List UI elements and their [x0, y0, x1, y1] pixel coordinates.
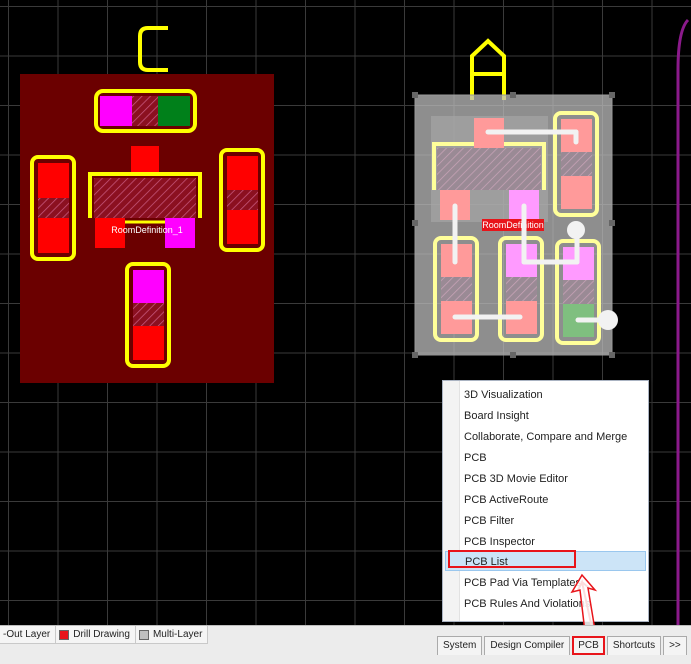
selection-handle[interactable]: [510, 352, 516, 358]
pad[interactable]: [131, 146, 159, 174]
pad[interactable]: [133, 270, 164, 303]
menu-item-board-insight[interactable]: Board Insight: [464, 406, 529, 426]
pad[interactable]: [158, 96, 190, 126]
board-outline: [676, 18, 690, 625]
body-hatch: [563, 280, 594, 304]
panel-tab-shortcuts[interactable]: Shortcuts: [606, 636, 662, 655]
pad[interactable]: [227, 210, 258, 244]
layer-tab-label: -Out Layer: [3, 629, 51, 640]
via[interactable]: [567, 221, 585, 239]
body-hatch: [38, 198, 69, 218]
body-hatch: [94, 178, 196, 218]
menu-item-pcb[interactable]: PCB: [464, 448, 487, 468]
layer-tab-label: Drill Drawing: [73, 629, 130, 640]
panel-tab-pcb[interactable]: PCB: [572, 636, 605, 655]
body-hatch: [506, 277, 537, 301]
menu-item-3d-visualization[interactable]: 3D Visualization: [464, 385, 543, 405]
room-label-c: RoomDefinition_1: [111, 225, 183, 235]
panel-tab-design-compiler[interactable]: Design Compiler: [484, 636, 571, 655]
menu-icon-strip: [443, 381, 460, 621]
menu-item-pcb-filter[interactable]: PCB Filter: [464, 511, 514, 531]
pad[interactable]: [561, 176, 592, 209]
body-hatch: [227, 190, 258, 210]
selection-handle[interactable]: [609, 220, 615, 226]
pad[interactable]: [133, 326, 164, 360]
status-bar: -Out Layer Drill Drawing Multi-Layer Sys…: [0, 625, 691, 664]
panel-tabs-overflow-button[interactable]: >>: [663, 636, 687, 655]
body-hatch: [561, 152, 592, 176]
selection-handle[interactable]: [609, 92, 615, 98]
body-hatch: [441, 277, 472, 301]
via[interactable]: [598, 310, 618, 330]
layer-tab-keep-out[interactable]: -Out Layer: [0, 626, 57, 643]
room-label-a: RoomDefinition: [482, 220, 544, 230]
highlight-box-pcb-list: [448, 550, 576, 568]
selection-handle[interactable]: [510, 92, 516, 98]
pad[interactable]: [227, 156, 258, 190]
menu-item-pcb-3d-movie-editor[interactable]: PCB 3D Movie Editor: [464, 469, 568, 489]
menu-item-pcb-activeroute[interactable]: PCB ActiveRoute: [464, 490, 548, 510]
designator-a: [470, 38, 506, 100]
layer-tab-drill-drawing[interactable]: Drill Drawing: [56, 626, 136, 643]
body-hatch: [133, 303, 164, 326]
pad[interactable]: [38, 218, 69, 253]
panel-tabs: System Design Compiler PCB Shortcuts >>: [437, 636, 689, 655]
panels-context-menu: 3D Visualization Board Insight Collabora…: [442, 380, 649, 622]
layer-tabs: -Out Layer Drill Drawing Multi-Layer: [0, 626, 209, 644]
layer-color-swatch: [59, 629, 70, 640]
selection-handle[interactable]: [412, 92, 418, 98]
pad[interactable]: [38, 163, 69, 198]
layer-tab-multi-layer[interactable]: Multi-Layer: [136, 626, 209, 643]
selection-handle[interactable]: [412, 220, 418, 226]
pad[interactable]: [100, 96, 132, 126]
layer-tab-label: Multi-Layer: [152, 629, 203, 640]
body-hatch: [437, 148, 541, 190]
panel-tab-system[interactable]: System: [437, 636, 483, 655]
menu-item-collaborate-compare-merge[interactable]: Collaborate, Compare and Merge: [464, 427, 627, 447]
body-hatch: [132, 96, 158, 126]
selection-handle[interactable]: [609, 352, 615, 358]
designator-c: [138, 26, 168, 72]
component-a[interactable]: RoomDefinition: [412, 38, 618, 358]
component-c[interactable]: RoomDefinition_1: [20, 26, 274, 383]
menu-item-pcb-inspector[interactable]: PCB Inspector: [464, 532, 535, 552]
menu-item-pcb-rules-and-violations[interactable]: PCB Rules And Violations: [464, 594, 590, 614]
selection-handle[interactable]: [412, 352, 418, 358]
menu-item-pcb-pad-via-templates[interactable]: PCB Pad Via Templates: [464, 573, 581, 593]
layer-color-swatch: [138, 629, 149, 640]
